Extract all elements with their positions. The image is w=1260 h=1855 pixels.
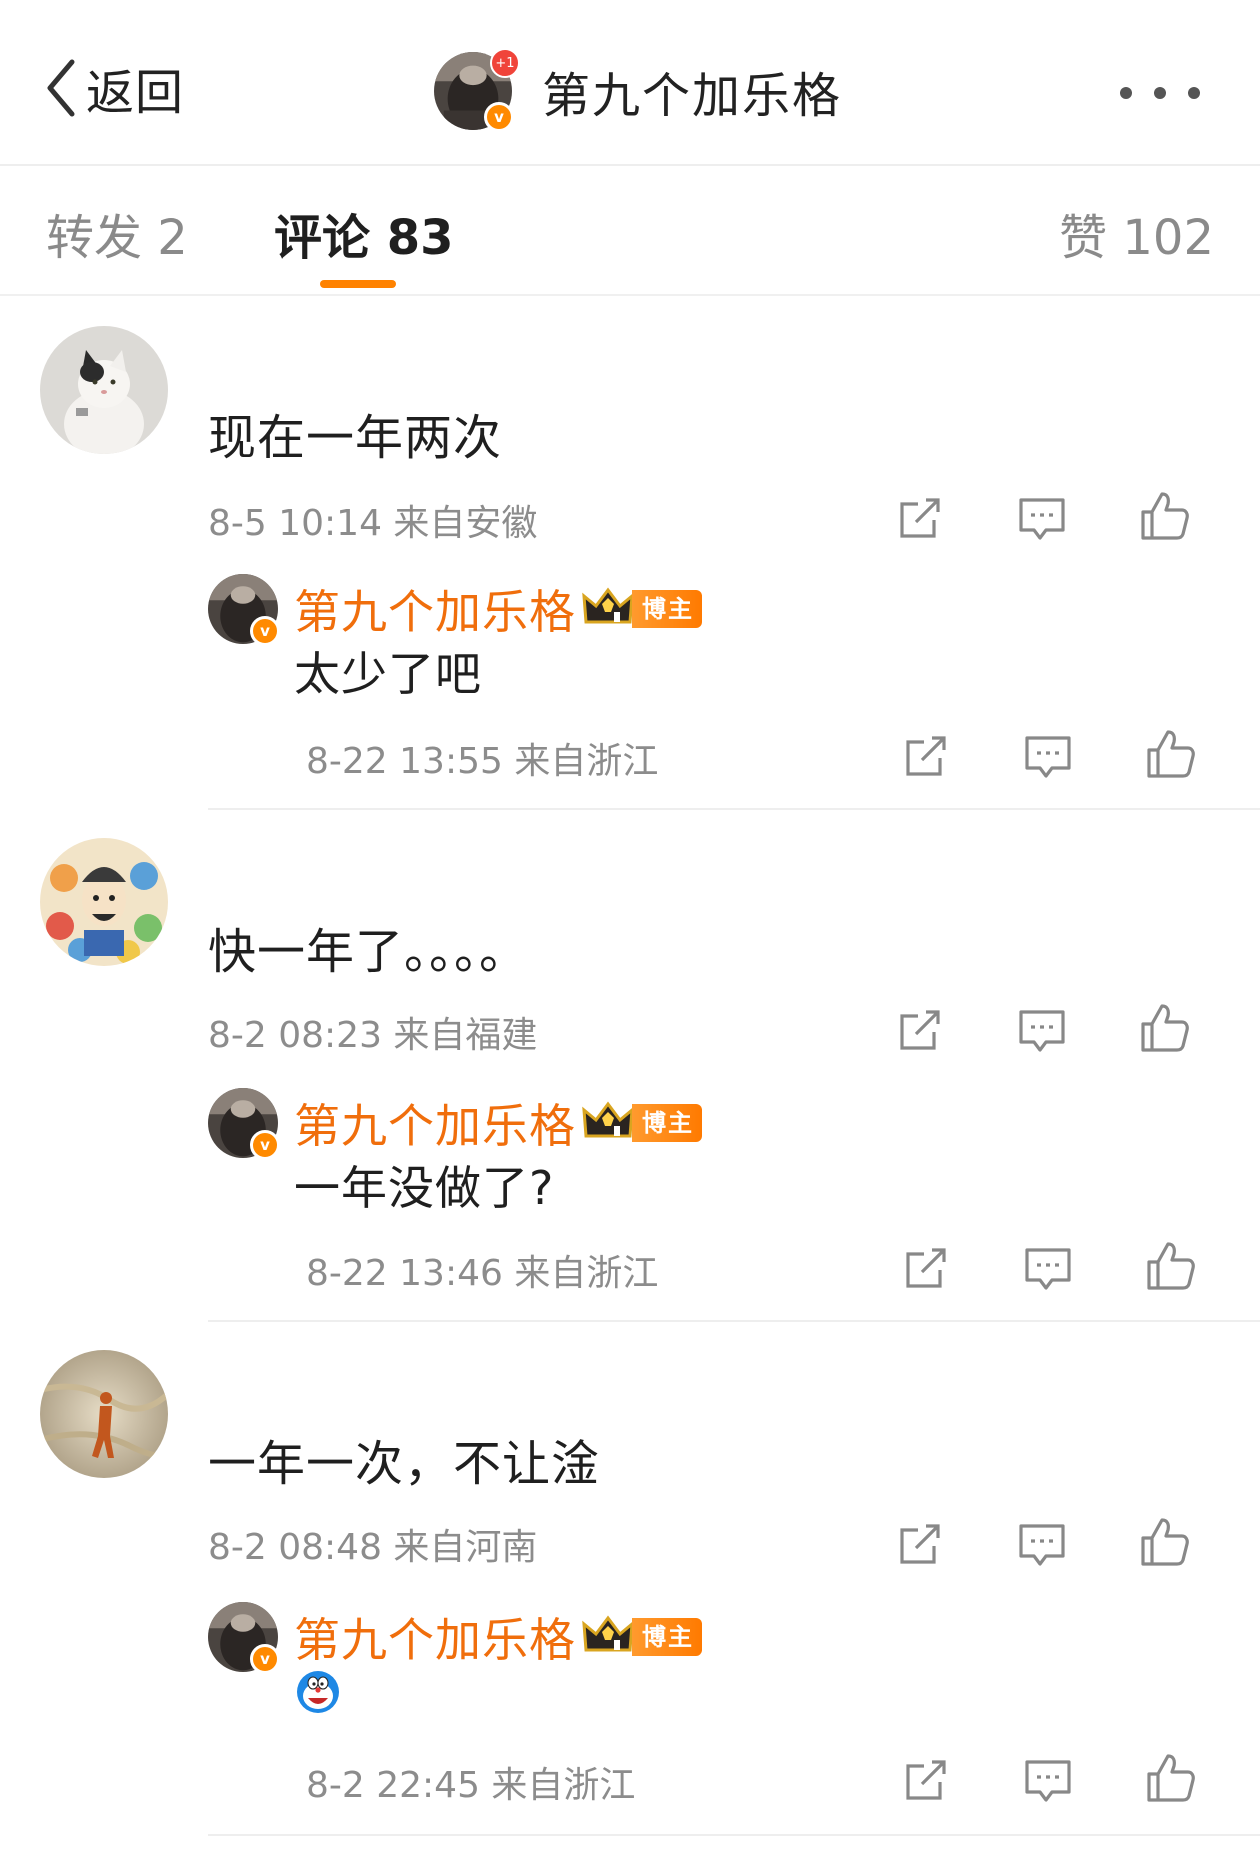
share-icon [900, 498, 940, 538]
tab-bar: 转发 2 评论 83 赞 102 [0, 168, 1260, 296]
reply-button[interactable] [1022, 1242, 1074, 1294]
comment-meta: 8-2 08:23 来自福建 [208, 1015, 538, 1056]
share-icon [906, 736, 946, 776]
comment-divider [208, 808, 1260, 810]
comment-icon [1025, 1760, 1071, 1802]
page-title: 第九个加乐格 [542, 68, 843, 124]
reply-meta: 8-22 13:46 来自浙江 [306, 1253, 659, 1294]
comment-icon [1019, 1010, 1065, 1052]
reply-button[interactable] [1016, 492, 1068, 544]
comment-icon [1019, 1524, 1065, 1566]
blogger-badge: 博主 [632, 590, 702, 628]
like-button[interactable] [1144, 728, 1196, 780]
like-button[interactable] [1144, 1240, 1196, 1292]
comment-text: 现在一年两次 [208, 410, 503, 466]
more-dots-icon [1154, 87, 1166, 99]
back-label: 返回 [86, 65, 185, 121]
thumbs-up-icon [1141, 492, 1189, 540]
more-dots-icon [1120, 87, 1132, 99]
thumbs-up-icon [1141, 1004, 1189, 1052]
landscape-avatar-image [40, 1350, 168, 1478]
reply-text: 太少了吧 [294, 647, 482, 701]
share-icon [906, 1760, 946, 1800]
blogger-badge: 博主 [632, 1618, 702, 1656]
share-button[interactable] [894, 492, 946, 544]
thumbs-up-icon [1147, 730, 1195, 778]
reply-author-name[interactable]: 第九个加乐格 [294, 1604, 576, 1670]
reply-author-name[interactable]: 第九个加乐格 [294, 1090, 576, 1156]
crown-icon [580, 584, 636, 628]
share-button[interactable] [894, 1518, 946, 1570]
reply-meta: 8-2 22:45 来自浙江 [306, 1765, 636, 1806]
comment-divider [208, 1320, 1260, 1322]
share-button[interactable] [894, 1004, 946, 1056]
chevron-left-icon [47, 59, 75, 117]
commenter-avatar[interactable] [40, 326, 168, 454]
reply-button[interactable] [1016, 1004, 1068, 1056]
comment-meta: 8-5 10:14 来自安徽 [208, 503, 538, 544]
thumbs-up-icon [1147, 1754, 1195, 1802]
share-icon [900, 1524, 940, 1564]
share-button[interactable] [900, 1242, 952, 1294]
page-title-group[interactable]: v +1 第九个加乐格 [434, 48, 843, 132]
reply-button[interactable] [1022, 1754, 1074, 1806]
tab-repost[interactable]: 转发 2 [46, 198, 188, 268]
like-button[interactable] [1138, 1002, 1190, 1054]
comment-icon [1025, 736, 1071, 778]
like-button[interactable] [1144, 1752, 1196, 1804]
verified-v-icon: v [250, 1130, 280, 1160]
like-button[interactable] [1138, 490, 1190, 542]
tab-comment[interactable]: 评论 83 [274, 198, 454, 268]
verified-v-icon: v [250, 616, 280, 646]
notification-badge: +1 [490, 48, 520, 78]
comment-text: 一年一次，不让淦 [208, 1436, 601, 1492]
tab-like[interactable]: 赞 102 [1059, 198, 1214, 268]
share-icon [900, 1010, 940, 1050]
commenter-avatar[interactable] [40, 838, 168, 966]
comment-meta: 8-2 08:48 来自河南 [208, 1527, 538, 1568]
like-button[interactable] [1138, 1516, 1190, 1568]
more-options-button[interactable] [1120, 78, 1200, 108]
share-button[interactable] [900, 730, 952, 782]
thumbs-up-icon [1141, 1518, 1189, 1566]
reply-button[interactable] [1016, 1518, 1068, 1570]
active-tab-indicator [320, 280, 396, 288]
reply-text: 一年没做了? [294, 1161, 555, 1215]
doraemon-emoji [294, 1668, 342, 1716]
reply-button[interactable] [1022, 730, 1074, 782]
more-dots-icon [1188, 87, 1200, 99]
author-avatar[interactable]: v +1 [434, 48, 520, 132]
commenter-avatar[interactable] [40, 1350, 168, 1478]
comment-text: 快一年了。。。。 [208, 924, 529, 980]
comment-icon [1025, 1248, 1071, 1290]
verified-v-icon: v [484, 102, 514, 132]
reply-author-name[interactable]: 第九个加乐格 [294, 576, 576, 642]
crown-icon [580, 1612, 636, 1656]
crown-icon [580, 1098, 636, 1142]
share-icon [906, 1248, 946, 1288]
cat-avatar-image [40, 326, 168, 454]
share-button[interactable] [900, 1754, 952, 1806]
comment-divider [208, 1834, 1260, 1836]
top-nav-bar: 返回 v +1 第九个加乐格 [0, 0, 1260, 166]
blogger-badge: 博主 [632, 1104, 702, 1142]
back-button[interactable]: 返回 [42, 56, 185, 121]
verified-v-icon: v [250, 1644, 280, 1674]
comment-icon [1019, 498, 1065, 540]
cartoon-avatar-image [40, 838, 168, 966]
thumbs-up-icon [1147, 1242, 1195, 1290]
reply-meta: 8-22 13:55 来自浙江 [306, 741, 659, 782]
